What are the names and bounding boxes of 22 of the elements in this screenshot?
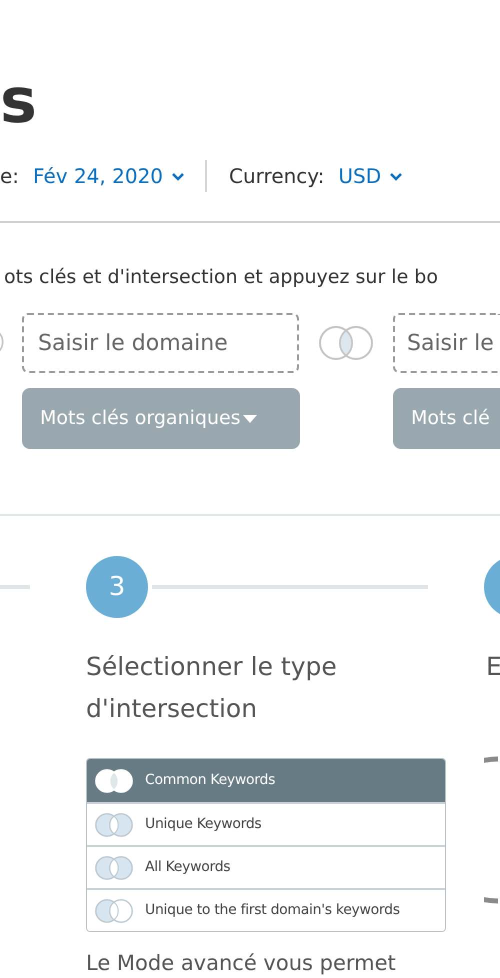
overlap-circles-icon — [93, 898, 135, 924]
chevron-down-icon — [389, 172, 404, 180]
step-title: Sélectionner le type d'intersection — [86, 651, 338, 725]
currency-dropdown[interactable]: USD — [338, 161, 404, 191]
currency-label: Currency: — [229, 163, 324, 190]
step-title: E — [486, 651, 500, 683]
overlap-circles-icon — [93, 768, 135, 794]
intersection-option[interactable]: Common Keywords — [87, 759, 445, 802]
date-dropdown[interactable]: Fév 24, 2020 — [33, 161, 186, 191]
date-label: e: — [0, 163, 20, 190]
step-description: Le Mode avancé vous permet — [86, 950, 396, 976]
chevron-down-icon — [171, 172, 186, 180]
domain-input-field[interactable]: Saisir le — [393, 313, 500, 373]
overlap-circles-icon — [316, 324, 376, 362]
caret-down-icon — [242, 414, 257, 422]
overlap-circles-icon — [93, 854, 135, 880]
step-number: 3 — [86, 556, 148, 618]
intersection-option[interactable]: Unique to the first domain's keywords — [87, 888, 445, 931]
domain-input-field[interactable]: Saisir le domaine — [22, 313, 299, 373]
overlap-circles-icon — [93, 812, 135, 838]
page-title: s — [0, 66, 37, 136]
instruction-text: ots clés et d'intersection et appuyez sur le bo — [4, 265, 438, 290]
